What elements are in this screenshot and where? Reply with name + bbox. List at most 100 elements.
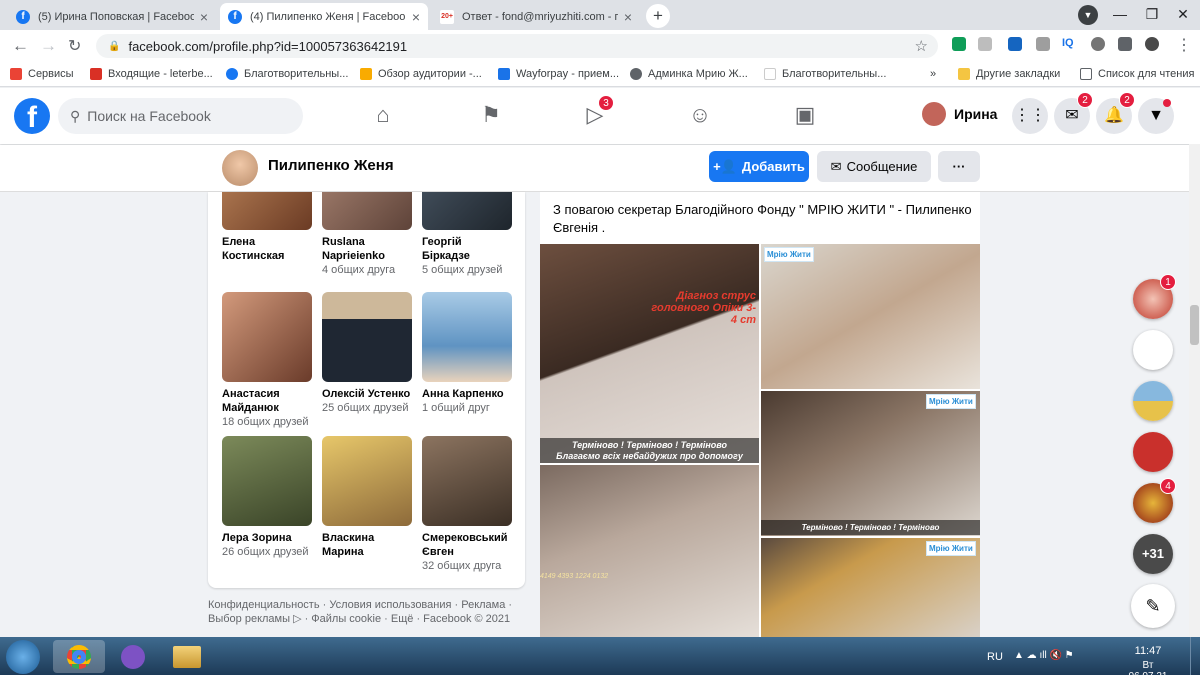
- post-photo[interactable]: Діагноз струс головного Опіки 3-4 ст Тер…: [540, 244, 759, 463]
- scrollbar-thumb[interactable]: [1190, 305, 1199, 345]
- browser-tab-active[interactable]: f (4) Пилипенко Женя | Facebook ×: [220, 3, 428, 30]
- friend-item[interactable]: Анастасия Майданюк 18 общих друзей: [222, 292, 312, 429]
- address-bar[interactable]: 🔒 facebook.com/profile.php?id=1000573636…: [96, 34, 938, 58]
- friend-name[interactable]: Анна Карпенко: [422, 387, 512, 401]
- scrollbar[interactable]: [1189, 144, 1200, 637]
- friend-photo[interactable]: [422, 192, 512, 230]
- friend-item[interactable]: Ruslana Naprieienko 4 общих друга: [322, 192, 412, 277]
- friend-item[interactable]: Олексій Устенко 25 общих друзей: [322, 292, 412, 415]
- more-contacts-button[interactable]: +31: [1133, 534, 1173, 574]
- clock-date[interactable]: Вт 06.07.21: [1122, 660, 1174, 675]
- friend-name[interactable]: Георгій Біркадзе: [422, 235, 512, 263]
- friend-photo[interactable]: [322, 436, 412, 526]
- facebook-logo[interactable]: f: [14, 98, 50, 134]
- post-photo[interactable]: 4149 4393 1224 0132: [540, 465, 759, 640]
- browser-tab[interactable]: 20+ Ответ - fond@mriyuzhiti.com - п ×: [432, 3, 640, 30]
- contact-avatar[interactable]: [1133, 432, 1173, 472]
- page-footer[interactable]: Конфиденциальность · Условия использован…: [208, 598, 525, 626]
- tray-icons[interactable]: ▲ ☁ ıll 🔇 ⚑: [1014, 650, 1074, 661]
- profile-shortcut[interactable]: Ирина: [922, 102, 997, 126]
- back-icon[interactable]: ←: [12, 36, 29, 56]
- new-message-icon[interactable]: ✎: [1131, 584, 1175, 628]
- bookmark-item[interactable]: Обзор аудитории -...: [360, 61, 482, 87]
- friend-photo[interactable]: [322, 192, 412, 230]
- friend-item[interactable]: Лера Зорина 26 общих друзей: [222, 436, 312, 559]
- profile-avatar[interactable]: [222, 150, 258, 186]
- friend-photo[interactable]: [222, 292, 312, 382]
- friend-name[interactable]: Елена Костинская: [222, 235, 312, 263]
- contact-avatar[interactable]: [1133, 330, 1173, 370]
- bookmark-item[interactable]: Входящие - leterbe...: [90, 61, 213, 87]
- bookmark-item[interactable]: Благотворительны...: [764, 61, 886, 87]
- bookmark-item[interactable]: Сервисы: [10, 61, 74, 87]
- iq-extension-icon[interactable]: IQ: [1062, 37, 1074, 49]
- home-icon[interactable]: ⌂: [368, 100, 398, 130]
- extension-icon[interactable]: [978, 37, 992, 51]
- facebook-search-input[interactable]: ⚲ Поиск на Facebook: [58, 98, 303, 134]
- friend-photo[interactable]: [422, 292, 512, 382]
- friend-item[interactable]: Власкина Марина: [322, 436, 412, 559]
- extension-icon[interactable]: [1008, 37, 1022, 51]
- reading-list[interactable]: Список для чтения: [1080, 61, 1194, 87]
- close-icon[interactable]: ×: [624, 9, 632, 25]
- taskbar-viber[interactable]: [107, 640, 159, 673]
- bookmark-item[interactable]: Админка Мрию Ж...: [630, 61, 748, 87]
- urgent-text: Терміново ! Терміново ! Терміново: [571, 440, 728, 450]
- window-close-button[interactable]: ✕: [1168, 0, 1198, 28]
- show-desktop-button[interactable]: [1190, 637, 1200, 675]
- friend-name[interactable]: Анастасия Майданюк: [222, 387, 312, 415]
- menu-grid-icon[interactable]: ⋮⋮: [1012, 98, 1048, 134]
- profile-name[interactable]: Пилипенко Женя: [268, 157, 394, 174]
- friend-item[interactable]: Смерековський Євген 32 общих друга: [422, 436, 512, 573]
- friend-name[interactable]: Ruslana Naprieienko: [322, 235, 412, 263]
- puzzle-icon[interactable]: [1118, 37, 1132, 51]
- friend-name[interactable]: Власкина Марина: [322, 531, 412, 559]
- profile-avatar-icon[interactable]: [1145, 37, 1159, 51]
- page-icon: [764, 68, 776, 80]
- friend-photo[interactable]: [222, 436, 312, 526]
- close-icon[interactable]: ×: [412, 9, 420, 25]
- reload-icon[interactable]: ↻: [68, 36, 81, 56]
- post-photo[interactable]: Мрію Жити: [761, 538, 980, 640]
- globe-icon[interactable]: [1091, 37, 1105, 51]
- add-friend-button[interactable]: +👤 Добавить: [709, 151, 809, 182]
- start-button[interactable]: [6, 640, 40, 674]
- friend-item[interactable]: Георгій Біркадзе 5 общих друзей: [422, 192, 512, 277]
- gaming-icon[interactable]: ▣: [790, 100, 820, 130]
- friend-photo[interactable]: [422, 436, 512, 526]
- friend-photo[interactable]: [222, 192, 312, 230]
- bookmark-item[interactable]: Благотворительны...: [226, 61, 348, 87]
- menu-icon[interactable]: ⋮: [1176, 35, 1192, 55]
- maximize-button[interactable]: ❐: [1137, 0, 1167, 28]
- bookmark-item[interactable]: Wayforpay - прием...: [498, 61, 619, 87]
- post-photo[interactable]: Мрію Жити Терміново ! Терміново ! Термін…: [761, 391, 980, 536]
- browser-tab[interactable]: f (5) Ирина Поповская | Facebook ×: [8, 3, 216, 30]
- friend-name[interactable]: Олексій Устенко: [322, 387, 412, 401]
- tab-title: Ответ - fond@mriyuzhiti.com - п: [462, 10, 618, 23]
- tab-search-icon[interactable]: ▼: [1078, 5, 1098, 25]
- friend-name[interactable]: Смерековський Євген: [422, 531, 512, 559]
- minimize-button[interactable]: —: [1105, 0, 1135, 28]
- friend-item[interactable]: Елена Костинская: [222, 192, 312, 263]
- friend-photo[interactable]: [322, 292, 412, 382]
- bookmarks-more-button[interactable]: »: [930, 61, 936, 87]
- bookmark-star-icon[interactable]: ☆: [915, 37, 928, 55]
- extension-icon[interactable]: [1036, 37, 1050, 51]
- clock-time[interactable]: 11:47: [1128, 645, 1168, 657]
- language-indicator[interactable]: RU: [987, 651, 1003, 663]
- friend-item[interactable]: Анна Карпенко 1 общий друг: [422, 292, 512, 415]
- extension-icon[interactable]: [952, 37, 966, 51]
- forward-icon[interactable]: →: [40, 36, 57, 56]
- friend-name[interactable]: Лера Зорина: [222, 531, 312, 545]
- close-icon[interactable]: ×: [200, 9, 208, 25]
- taskbar-explorer[interactable]: [161, 640, 213, 673]
- taskbar-chrome[interactable]: [53, 640, 105, 673]
- post-photo[interactable]: Мрію Жити: [761, 244, 980, 389]
- other-bookmarks[interactable]: Другие закладки: [958, 61, 1060, 87]
- more-options-button[interactable]: ···: [938, 151, 980, 182]
- new-tab-button[interactable]: +: [646, 4, 670, 28]
- groups-icon[interactable]: ☺: [685, 100, 715, 130]
- message-button[interactable]: ✉ Сообщение: [817, 151, 931, 182]
- pages-flag-icon[interactable]: ⚑: [476, 100, 506, 130]
- contact-avatar[interactable]: [1133, 381, 1173, 421]
